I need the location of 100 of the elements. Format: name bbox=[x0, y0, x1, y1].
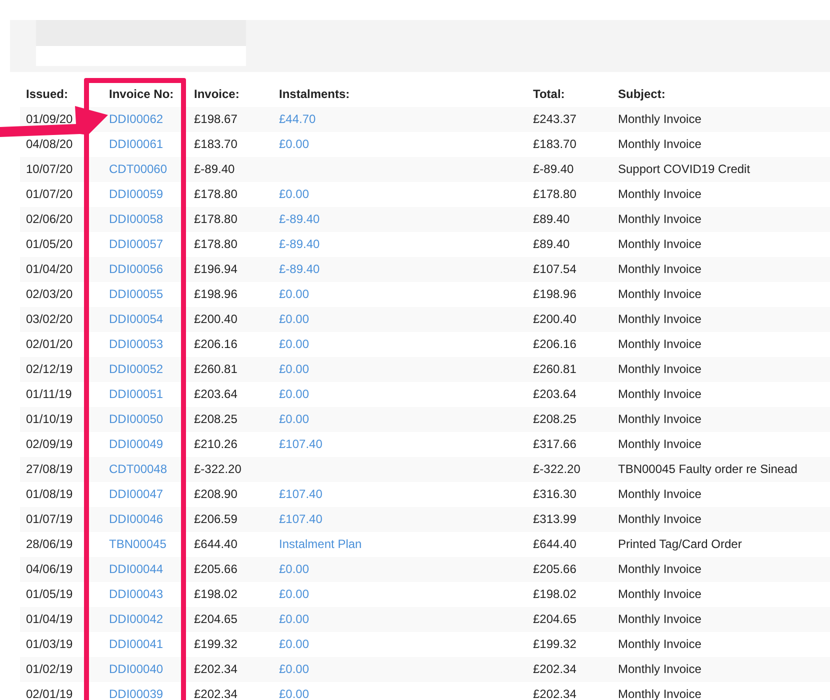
instalment-link[interactable]: £0.00 bbox=[279, 687, 310, 700]
table-cell: Monthly Invoice bbox=[618, 287, 702, 301]
table-cell: £200.40 bbox=[194, 312, 238, 326]
table-cell: £206.16 bbox=[533, 337, 576, 351]
table-cell: £178.80 bbox=[533, 187, 576, 201]
instalment-link[interactable]: £0.00 bbox=[279, 612, 310, 626]
table-cell: £243.37 bbox=[533, 112, 576, 126]
table-cell: £198.96 bbox=[194, 287, 238, 301]
table-cell: £199.32 bbox=[533, 637, 576, 651]
table-cell: £205.66 bbox=[194, 562, 238, 576]
table-cell: Monthly Invoice bbox=[618, 237, 702, 251]
table-cell: 01/02/19 bbox=[26, 662, 73, 676]
table-cell: £178.80 bbox=[194, 212, 238, 226]
table-cell: £260.81 bbox=[533, 362, 576, 376]
invoice-link[interactable]: DDI00041 bbox=[109, 637, 164, 651]
instalment-link[interactable]: Instalment Plan bbox=[279, 537, 362, 551]
column-header: Subject: bbox=[617, 86, 666, 103]
table-cell: Monthly Invoice bbox=[618, 587, 702, 601]
table-cell: Monthly Invoice bbox=[618, 312, 702, 326]
table-cell: 03/02/20 bbox=[26, 312, 73, 326]
instalment-link[interactable]: £0.00 bbox=[279, 312, 310, 326]
table-cell: Monthly Invoice bbox=[618, 337, 702, 351]
column-header: Instalments: bbox=[278, 86, 351, 103]
invoice-link[interactable]: DDI00055 bbox=[109, 287, 164, 301]
table-cell: 01/11/19 bbox=[26, 387, 72, 401]
column-header: Issued: bbox=[25, 86, 70, 103]
table-cell: £-322.20 bbox=[533, 462, 580, 476]
table-cell: £210.26 bbox=[194, 437, 238, 451]
table-cell: £203.64 bbox=[194, 387, 238, 401]
instalment-link[interactable]: £0.00 bbox=[279, 137, 310, 151]
table-cell: 01/05/20 bbox=[26, 237, 73, 251]
table-cell: 01/04/20 bbox=[26, 262, 73, 276]
table-cell: £208.90 bbox=[194, 487, 238, 501]
table-cell: 01/03/19 bbox=[26, 637, 73, 651]
instalment-link[interactable]: £0.00 bbox=[279, 187, 310, 201]
instalment-link[interactable]: £-89.40 bbox=[279, 237, 320, 251]
instalment-link[interactable]: £107.40 bbox=[279, 487, 322, 501]
table-cell: 01/07/19 bbox=[26, 512, 73, 526]
invoice-link[interactable]: DDI00043 bbox=[109, 587, 164, 601]
table-cell: £-89.40 bbox=[533, 162, 574, 176]
instalment-link[interactable]: £44.70 bbox=[279, 112, 316, 126]
table-cell: TBN00045 Faulty order re Sinead bbox=[618, 462, 798, 476]
table-cell: 01/05/19 bbox=[26, 587, 73, 601]
table-cell: £89.40 bbox=[533, 237, 570, 251]
table-cell: £206.16 bbox=[194, 337, 238, 351]
table-cell: Monthly Invoice bbox=[618, 412, 702, 426]
table-cell: £204.65 bbox=[533, 612, 576, 626]
instalment-link[interactable]: £0.00 bbox=[279, 587, 310, 601]
invoice-link[interactable]: DDI00051 bbox=[109, 387, 164, 401]
table-cell: £644.40 bbox=[533, 537, 576, 551]
table-cell: £204.65 bbox=[194, 612, 238, 626]
instalment-link[interactable]: £107.40 bbox=[279, 512, 322, 526]
table-cell: £107.54 bbox=[533, 262, 576, 276]
invoice-link[interactable]: TBN00045 bbox=[109, 537, 166, 551]
table-cell: £203.64 bbox=[533, 387, 576, 401]
table-cell: £198.02 bbox=[533, 587, 576, 601]
table-cell: 04/08/20 bbox=[26, 137, 73, 151]
invoice-link[interactable]: DDI00047 bbox=[109, 487, 164, 501]
instalment-link[interactable]: £0.00 bbox=[279, 662, 310, 676]
table-cell: Monthly Invoice bbox=[618, 387, 702, 401]
table-cell: Monthly Invoice bbox=[618, 512, 702, 526]
table-cell: £205.66 bbox=[533, 562, 576, 576]
table-cell: 02/03/20 bbox=[26, 287, 73, 301]
invoice-link[interactable]: DDI00049 bbox=[109, 437, 164, 451]
table-cell: 02/01/20 bbox=[26, 337, 73, 351]
table-cell: 04/06/19 bbox=[26, 562, 73, 576]
table-cell: £196.94 bbox=[194, 262, 238, 276]
table-cell: £198.96 bbox=[533, 287, 576, 301]
instalment-link[interactable]: £107.40 bbox=[279, 437, 322, 451]
invoice-link[interactable]: DDI00039 bbox=[109, 687, 164, 700]
table-cell: 10/07/20 bbox=[26, 162, 73, 176]
invoice-link[interactable]: DDI00061 bbox=[109, 137, 164, 151]
column-header: Invoice: bbox=[193, 86, 240, 103]
invoice-link[interactable]: DDI00053 bbox=[109, 337, 164, 351]
instalment-link[interactable]: £0.00 bbox=[279, 562, 310, 576]
instalment-link[interactable]: £-89.40 bbox=[279, 262, 320, 276]
invoice-link[interactable]: DDI00059 bbox=[109, 187, 164, 201]
table-cell: Monthly Invoice bbox=[618, 362, 702, 376]
table-cell: Monthly Invoice bbox=[618, 612, 702, 626]
table-cell: 02/12/19 bbox=[26, 362, 73, 376]
table-cell: £260.81 bbox=[194, 362, 238, 376]
instalment-link[interactable]: £0.00 bbox=[279, 412, 310, 426]
instalment-link[interactable]: £0.00 bbox=[279, 637, 310, 651]
table-cell: £198.67 bbox=[194, 112, 238, 126]
invoice-link[interactable]: DDI00057 bbox=[109, 237, 164, 251]
column-header: Total: bbox=[532, 86, 566, 103]
table-cell: £208.25 bbox=[533, 412, 576, 426]
table-cell: Monthly Invoice bbox=[618, 437, 702, 451]
instalment-link[interactable]: £0.00 bbox=[279, 362, 310, 376]
table-cell: Support COVID19 Credit bbox=[618, 162, 750, 176]
table-cell: 01/04/19 bbox=[26, 612, 73, 626]
table-cell: £198.02 bbox=[194, 587, 238, 601]
table-cell: £200.40 bbox=[533, 312, 576, 326]
table-cell: Monthly Invoice bbox=[618, 637, 702, 651]
instalment-link[interactable]: £0.00 bbox=[279, 287, 310, 301]
instalment-link[interactable]: £-89.40 bbox=[279, 212, 320, 226]
instalment-link[interactable]: £0.00 bbox=[279, 387, 310, 401]
instalment-link[interactable]: £0.00 bbox=[279, 337, 310, 351]
table-cell: £202.34 bbox=[533, 662, 576, 676]
table-cell: £644.40 bbox=[194, 537, 238, 551]
